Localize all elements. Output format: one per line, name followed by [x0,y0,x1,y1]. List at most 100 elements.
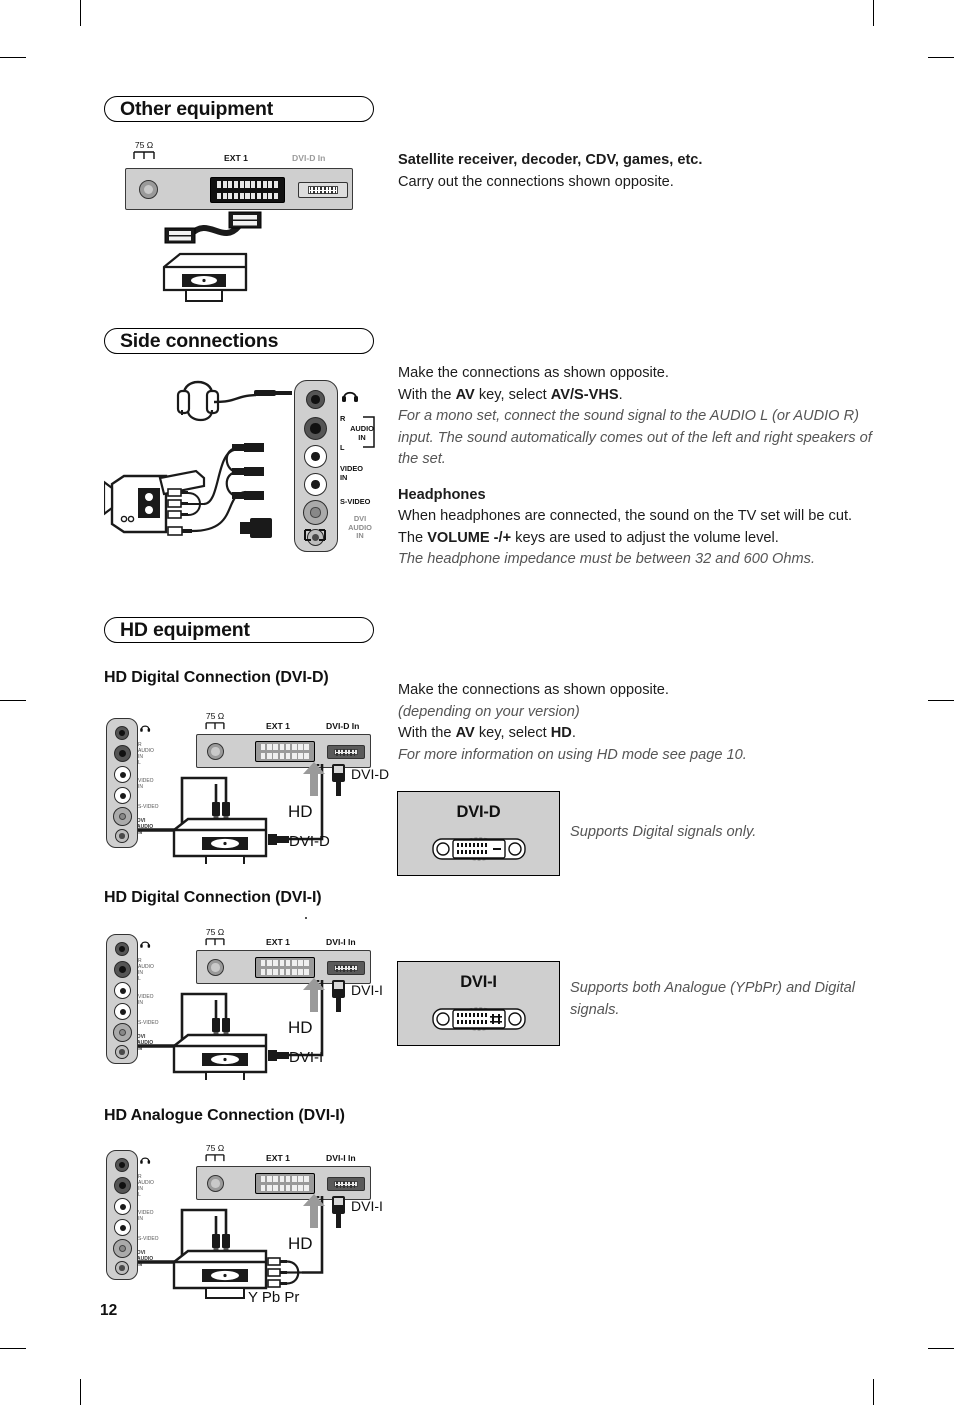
scart-plug-upper [228,211,262,229]
hd-line3: With the AV key, select HD. [398,725,576,741]
dvi-d-connector-icon [431,837,526,861]
audio-in-r-socket [114,745,131,762]
dvi-d-card: DVI-D [397,791,560,876]
headphones-body: When headphones are connected, the sound… [398,508,853,546]
dvi-i-card-title: DVI-I [460,973,497,991]
side-line2: With the AV key, select AV/S-VHS. [398,386,623,403]
antenna-75ohm-label: 75 Ω [198,712,232,730]
ext1-label: EXT 1 [266,1153,290,1163]
headphones-italic-note: The headphone impedance must be between … [398,551,816,567]
crop-mark-left-mid [0,700,26,701]
subhead-hd-dvii-analogue: HD Analogue Connection (DVI-I) [104,1107,345,1124]
antenna-socket [139,180,158,199]
headphones-icon [176,380,292,422]
crop-mark-bottom-right [873,1379,874,1405]
dvi-i-card: DVI-I [397,961,560,1046]
headphone-socket [115,1158,129,1172]
audio-in-r-socket [114,1177,131,1194]
ext1-label: EXT 1 [266,937,290,947]
dvi-i-connector-icon [431,1007,526,1031]
scart-socket-ext1 [255,1173,315,1194]
headphone-icon-small [140,941,151,948]
subhead-hd-dvii-digital: HD Digital Connection (DVI-I) [104,889,322,906]
page-number: 12 [100,1302,118,1319]
section-banner-side-connections: Side connections [104,328,374,354]
side-source-devices [104,380,292,538]
rca-plugs-from-camcorder [167,488,204,519]
dvi-socket [327,961,365,975]
antenna-socket [207,959,224,976]
label-audio-l: L [340,443,345,452]
dvi-in-label: DVI-D In [326,721,360,731]
dvi-d-card-title: DVI-D [456,803,501,821]
subhead-hd-dvid: HD Digital Connection (DVI-D) [104,669,329,686]
antenna-75ohm-label: 75 Ω [198,928,232,946]
headphones-title: Headphones [398,486,486,503]
headphone-socket [115,726,129,740]
diagram-side-connections: R AUDIO IN L VIDEO IN S-VIDEO DVI AUDIO IN [104,372,375,919]
dvi-i-cable-label-bottom: DVI-I [289,1049,324,1066]
camcorder-icon [104,469,206,534]
hd-line4: For more information on using HD mode se… [398,746,747,763]
diagram-hd-dvii-digital: R AUDIO IN L VIDEO IN S-VIDEO DVI AUDIO IN 75 … [104,928,394,1080]
scart-socket-ext1 [255,741,315,762]
svideo-plug-from-camcorder [167,526,192,536]
spacer [305,917,307,919]
audio-in-r-socket [304,417,327,440]
diagram-other-equipment: 75 Ω EXT 1 DVI-D In [104,140,374,302]
ypbpr-label: Y Pb Pr [248,1289,300,1306]
dvi-d-cable-label-bottom: DVI-D [289,833,330,850]
side-line1: Make the connections as shown opposite. [398,365,669,381]
audio-in-r-socket [114,961,131,978]
hd-line2: (depending on your version) [398,703,580,720]
ext1-label: EXT 1 [224,153,248,163]
section-title: HD equipment [120,618,250,641]
audio-in-l-socket [304,445,327,468]
section-banner-hd-equipment: HD equipment [104,617,374,643]
crop-mark-right-top [928,57,954,58]
hd-device-box [172,817,268,864]
antenna-75ohm-label: 75 Ω [198,1144,232,1162]
diagram-hd-dvii-analogue: R AUDIO IN L VIDEO IN S-VIDEO DVI AUDIO IN 75 … [104,1144,394,1306]
copy-hd-equipment: Make the connections as shown opposite. … [398,680,876,766]
dvi-i-analogue-cable-label-top: DVI-I [351,1198,383,1214]
headphone-socket [306,390,325,409]
dvi-in-label: DVI-I In [326,937,356,947]
label-audio-in-mini: R AUDIO IN L [138,1174,154,1198]
crop-mark-top-left [80,0,81,26]
dvi-in-label: DVI-I In [326,1153,356,1163]
crop-mark-right-bottom [928,1348,954,1349]
label-audio-r: R [340,414,346,423]
dvi-d-card-caption: Supports Digital signals only. [570,824,757,840]
hd-device-box [172,1033,268,1080]
side-jack-panel [294,380,338,552]
dvi-socket [327,1177,365,1191]
dvi-socket [298,182,348,198]
slot-icon [304,529,326,541]
hd-device-label: HD [288,1234,313,1253]
headphone-icon-small [140,725,151,732]
section-title: Other equipment [120,97,274,120]
copy-side-connections: Make the connections as shown opposite. … [398,363,876,571]
dvi-d-cable-label-top: DVI-D [351,766,390,782]
dvi-socket [327,745,365,759]
label-video-in: VIDEO IN [340,464,363,482]
label-dvi-audio-in: DVI AUDIO IN [348,514,372,540]
other-equipment-body: Carry out the connections shown opposite… [398,173,674,190]
section-banner-other-equipment: Other equipment [104,96,374,122]
svideo-plug-to-tv [240,518,272,538]
crop-mark-left-bottom [0,1348,26,1349]
antenna-75ohm-label: 75 Ω [127,141,161,160]
other-equipment-heading: Satellite receiver, decoder, CDV, games,… [398,152,703,168]
hd-device-label: HD [288,1018,313,1037]
label-s-video: S-VIDEO [340,497,371,506]
headphone-icon-small [342,391,358,402]
crop-mark-top-right [873,0,874,26]
manual-page: Other equipment 75 Ω EXT 1 DVI-D In Sate… [0,0,954,1405]
hd-line1: Make the connections as shown opposite. [398,682,669,698]
side-italic-note: For a mono set, connect the sound signal… [398,408,872,467]
section-title: Side connections [120,329,279,352]
side-cables [191,448,247,533]
headphone-socket [115,942,129,956]
crop-mark-bottom-left [80,1379,81,1405]
